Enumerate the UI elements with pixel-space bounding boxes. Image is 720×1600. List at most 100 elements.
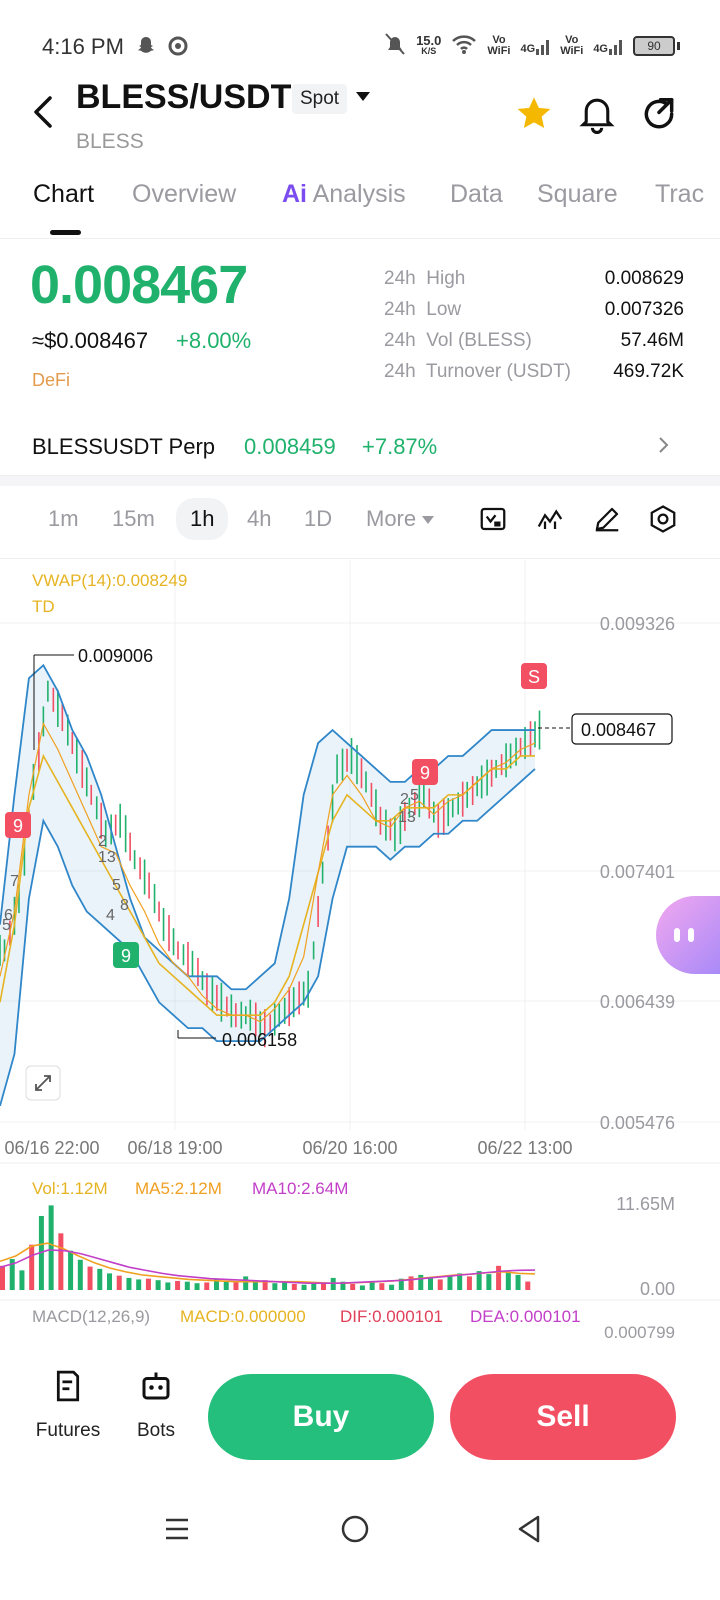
sector-tag[interactable]: DeFi [32,370,70,391]
tab-overview[interactable]: Overview [132,180,236,209]
nav-recent-apps-icon[interactable] [164,1516,190,1542]
interval-1h[interactable]: 1h [176,498,229,540]
y-tick-label: 0.007401 [600,862,675,882]
volume-bar [272,1283,278,1290]
volume-bar [233,1281,239,1290]
td-count-label: 8 [120,897,129,914]
volume-bar [350,1283,356,1290]
tab-square[interactable]: Square [537,180,618,209]
volume-bar [243,1276,249,1290]
interval-15m[interactable]: 15m [112,506,155,532]
tab-data[interactable]: Data [450,180,503,209]
nav-back-icon[interactable] [514,1514,544,1544]
volume-bar [136,1279,142,1290]
interval-1m[interactable]: 1m [48,506,79,532]
tab-analysis-label: Analysis [312,180,406,208]
base-asset-label: BLESS [76,130,144,153]
high-marker-label: 0.009006 [78,646,153,666]
indicators-icon[interactable] [535,504,565,534]
volume-bar [107,1273,112,1290]
td-count-label: 5 [112,877,121,894]
stat-row: 24h High 0.008629 [384,268,684,299]
favorite-star-icon[interactable] [514,94,554,134]
tab-trade[interactable]: Trac [655,180,704,209]
share-icon[interactable] [640,94,678,134]
dif-value: DIF:0.000101 [340,1307,443,1326]
top-tab-bar: Chart Overview Ai Analysis Data Square T… [0,176,720,236]
interval-bar: 1m 15m 1h 4h 1D More [0,492,720,552]
volume-bar [77,1259,83,1290]
low-marker-label: 0.006158 [222,1030,297,1050]
chart-settings-icon[interactable] [648,504,678,534]
stat-row: 24h Turnover (USDT) 469.72K [384,361,684,392]
caret-down-icon[interactable] [356,92,370,101]
volume-bar [175,1280,181,1290]
status-time: 4:16 PM [42,34,124,59]
volume-panel [0,1205,536,1290]
volume-bar [58,1233,64,1290]
sync-icon [166,34,190,63]
perp-change: +7.87% [362,434,438,459]
chevron-right-icon [658,434,670,462]
volume-bar [496,1265,502,1290]
change-percent: +8.00% [176,328,252,353]
vwap-legend: VWAP(14):0.008249 [32,571,187,590]
interval-divider [0,558,720,559]
chart-type-icon[interactable] [478,504,508,534]
interval-more[interactable]: More [366,506,435,532]
volume-bar [291,1283,297,1290]
y-axis-labels: 0.009326 0.007401 0.006439 0.005476 [600,614,675,1133]
perp-name: BLESSUSDT Perp [32,434,216,459]
macd-tick: 0.000799 [604,1323,675,1340]
vol-legend: Vol:1.12M [32,1179,108,1198]
sell-button[interactable]: Sell [450,1374,676,1460]
current-price-label: 0.008467 [581,720,656,740]
vowifi-label-1: Vo WiFi [487,33,511,57]
last-price: 0.008467 [30,255,248,315]
stat-label: 24h Low [384,299,462,320]
x-tick-label: 06/22 13:00 [477,1138,572,1158]
stat-value: 0.008629 [604,268,684,289]
expand-chart-icon[interactable] [25,1065,61,1101]
active-tab-indicator [50,230,81,235]
macd-value: MACD:0.000000 [180,1307,306,1326]
snapchat-icon [134,34,158,63]
price-chart[interactable]: 0.009326 0.007401 0.006439 0.005476 06/16 2… [0,560,720,1340]
x-tick-label: 06/18 19:00 [127,1138,222,1158]
volume-bar [505,1271,511,1290]
bots-button[interactable]: Bots [116,1368,196,1441]
volume-bar [428,1277,433,1290]
status-icons: 15.0 K/S Vo WiFi 4G Vo WiFi 4G 90 [384,32,680,59]
x-tick-label: 06/16 22:00 [4,1138,99,1158]
draw-pencil-icon[interactable] [592,504,622,534]
ma10-legend: MA10:2.64M [252,1179,348,1198]
td-count-label: 13 [398,809,416,826]
wifi-icon [451,33,477,58]
signal-1-icon: 4G [521,37,551,55]
volume-max-tick: 11.65M [616,1194,675,1214]
more-label: More [366,506,417,531]
perp-link-row[interactable]: BLESSUSDT Perp 0.008459 +7.87% [0,420,720,476]
market-type-badge[interactable]: Spot [292,84,348,114]
volume-bar [486,1274,492,1290]
price-alert-bell-icon[interactable] [578,94,616,134]
interval-4h[interactable]: 4h [247,506,271,532]
tab-chart[interactable]: Chart [33,180,94,209]
tabs-divider [0,238,720,239]
volume-bar [116,1275,122,1290]
ma5-legend: MA5:2.12M [135,1179,222,1198]
buy-button[interactable]: Buy [208,1374,434,1460]
tab-analysis[interactable]: Ai Analysis [282,180,406,209]
x-tick-label: 06/20 16:00 [302,1138,397,1158]
stat-label: 24h Turnover (USDT) [384,361,571,382]
futures-button[interactable]: Futures [28,1368,108,1441]
volume-min-tick: 0.00 [640,1279,675,1299]
stat-value: 57.46M [620,330,684,351]
perp-price: 0.008459 [244,434,336,459]
nav-home-icon[interactable] [340,1514,370,1544]
back-arrow-icon[interactable] [30,92,60,132]
futures-icon [56,1370,80,1402]
signal-2-icon: 4G [593,37,623,55]
interval-1d[interactable]: 1D [304,506,332,532]
pair-title[interactable]: BLESS/USDT [76,78,291,117]
